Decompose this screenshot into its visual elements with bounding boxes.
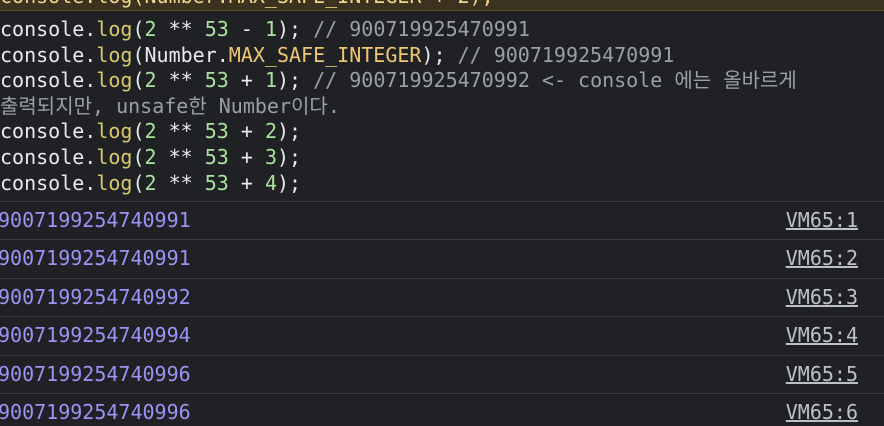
code-obj: console. (0, 170, 97, 195)
code-num: 53 (204, 17, 229, 41)
console-number-value: 9007199254740992 (0, 284, 191, 309)
code-fn: log (96, 119, 133, 144)
code-line-3-wrap: 출력되지만, unsafe한 Number이다. (0, 93, 340, 118)
console-input-code: console.log(2 ** 53 - 1); // 90071992547… (0, 17, 884, 196)
code-const: MAX_SAFE_INTEGER (228, 42, 422, 67)
source-link[interactable]: VM65:6 (786, 400, 858, 424)
code-close: ); (276, 68, 302, 93)
code-line-1: console.log(2 ** 53 - 1); // 90071992547… (0, 17, 884, 43)
code-op: + (228, 119, 265, 144)
code-num: 2 (264, 119, 277, 144)
code-num: 2 (144, 119, 157, 144)
code-comment: // 900719925470991 (301, 17, 530, 41)
code-op: + (228, 68, 265, 93)
code-fn: log (96, 17, 133, 41)
code-num: 53 (204, 119, 229, 144)
source-link[interactable]: VM65:4 (786, 323, 858, 347)
code-fn: log (96, 144, 133, 169)
code-num: 2 (144, 144, 157, 169)
code-line-2: console.log(Number.MAX_SAFE_INTEGER); //… (0, 43, 884, 69)
code-line-4: console.log(2 ** 53 + 2); (0, 119, 884, 145)
code-close: ); (276, 17, 302, 41)
code-line-5: console.log(2 ** 53 + 3); (0, 145, 884, 171)
code-close: ); (421, 42, 446, 67)
console-message-row: 9007199254740996 VM65:6 (0, 392, 884, 426)
console-message-row: 9007199254740992 VM65:3 (0, 277, 884, 316)
code-open: ( (132, 68, 145, 93)
console-message-row: 9007199254740994 VM65:4 (0, 316, 884, 354)
code-line-6: console.log(2 ** 53 + 4); (0, 171, 884, 197)
code-close: ); (276, 170, 302, 195)
code-num: 53 (204, 170, 229, 195)
code-obj: console. (0, 144, 97, 169)
code-num: 3 (264, 144, 277, 169)
code-op: - (228, 17, 265, 41)
code-op: ** (156, 144, 205, 169)
code-op: ** (156, 17, 205, 41)
console-number-value: 9007199254740991 (0, 208, 191, 232)
warning-strip-text: console.log(Number.MAX_SAFE_INTEGER + 2)… (0, 0, 494, 8)
code-obj: console. (0, 119, 97, 144)
code-op: + (228, 170, 265, 195)
code-num: 1 (264, 68, 277, 93)
console-number-value: 9007199254740991 (0, 246, 191, 271)
code-open: ( (132, 170, 145, 195)
code-fn: log (96, 68, 133, 93)
code-fn: log (96, 42, 133, 67)
code-num: 2 (144, 17, 157, 41)
code-num: 53 (204, 68, 229, 93)
source-link[interactable]: VM65:1 (786, 208, 858, 232)
warning-strip: console.log(Number.MAX_SAFE_INTEGER + 2)… (0, 0, 884, 11)
code-fn: log (96, 170, 133, 195)
code-obj: console. (0, 42, 97, 67)
code-line-3: console.log(2 ** 53 + 1); // 90071992547… (0, 68, 884, 94)
console-output: 9007199254740991 VM65:1 9007199254740991… (0, 201, 884, 426)
code-op: ** (156, 170, 205, 195)
code-comment: // 900719925470992 <- console 에는 올바르게 (301, 68, 797, 93)
code-open: ( (132, 119, 145, 144)
source-link[interactable]: VM65:3 (786, 285, 858, 309)
console-message-row: 9007199254740996 VM65:5 (0, 354, 884, 393)
code-op: + (228, 144, 265, 169)
code-num: 2 (144, 68, 157, 93)
code-open: ( (132, 17, 145, 41)
code-op: ** (156, 119, 205, 144)
code-obj: console. (0, 68, 97, 93)
console-number-value: 9007199254740996 (0, 361, 191, 386)
console-number-value: 9007199254740994 (0, 323, 191, 348)
code-num: 2 (144, 170, 157, 195)
code-open: (Number. (132, 42, 229, 67)
source-link[interactable]: VM65:2 (786, 246, 858, 270)
source-link[interactable]: VM65:5 (786, 362, 858, 386)
code-num: 4 (264, 170, 277, 195)
code-obj: console. (0, 17, 97, 41)
console-number-value: 9007199254740996 (0, 399, 191, 424)
code-op: ** (156, 68, 205, 93)
console-message-row: 9007199254740991 VM65:2 (0, 239, 884, 277)
code-comment: // 900719925470991 (445, 42, 675, 67)
code-num: 53 (204, 144, 229, 169)
code-num: 1 (264, 17, 277, 41)
code-close: ); (276, 144, 302, 169)
console-message-row: 9007199254740991 VM65:1 (0, 201, 884, 239)
code-open: ( (132, 144, 145, 169)
code-close: ); (276, 119, 302, 144)
